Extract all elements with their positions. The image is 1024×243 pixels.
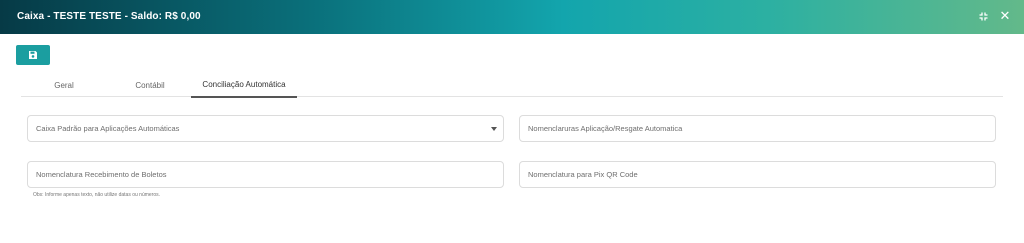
modal-title: Caixa - TESTE TESTE - Saldo: R$ 0,00 (17, 11, 201, 22)
close-icon[interactable]: ✕ (998, 9, 1012, 23)
boleto-nomenclature-label: Nomenclatura Recebimento de Boletos (36, 170, 167, 179)
pix-nomenclature-field[interactable]: Nomenclatura para Pix QR Code (519, 161, 996, 188)
tab-conciliacao-automatica[interactable]: Conciliação Automática (191, 73, 297, 98)
tab-geral[interactable]: Geral (31, 73, 97, 97)
default-cash-select[interactable]: Caixa Padrão para Aplicações Automáticas (27, 115, 504, 142)
expand-icon[interactable] (976, 9, 990, 23)
floppy-disk-icon (28, 50, 38, 60)
modal-header: Caixa - TESTE TESTE - Saldo: R$ 0,00 ✕ (0, 0, 1024, 34)
default-cash-label: Caixa Padrão para Aplicações Automáticas (36, 124, 180, 133)
boleto-nomenclature-field[interactable]: Nomenclatura Recebimento de Boletos (27, 161, 504, 188)
tab-bar: Geral Contábil Conciliação Automática (21, 73, 1003, 98)
application-nomenclature-field[interactable]: Nomenclaruras Aplicação/Resgate Automati… (519, 115, 996, 142)
application-nomenclature-label: Nomenclaruras Aplicação/Resgate Automati… (528, 124, 683, 133)
tab-contabil[interactable]: Contábil (114, 73, 186, 97)
dropdown-arrow-icon (491, 127, 497, 131)
pix-nomenclature-label: Nomenclatura para Pix QR Code (528, 170, 638, 179)
save-button[interactable] (16, 45, 50, 65)
helper-text: Obs: Informe apenas texto, não utilize d… (33, 192, 161, 198)
